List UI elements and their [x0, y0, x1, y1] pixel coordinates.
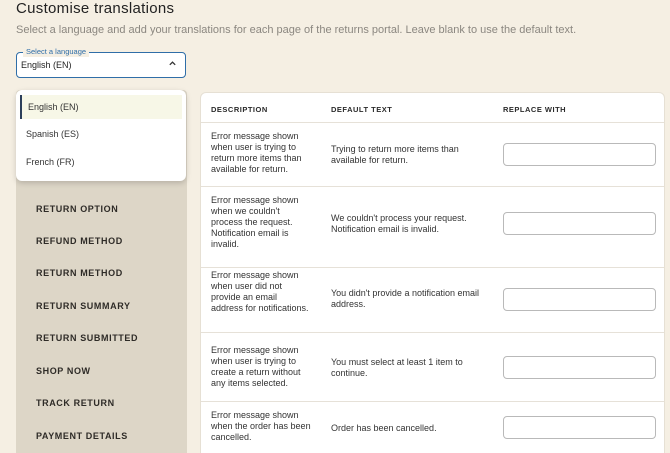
row-default-text: You didn't provide a notification email … — [331, 288, 479, 309]
table-row: Error message shown when the order has b… — [201, 402, 664, 453]
translations-table: DESCRIPTION DEFAULT TEXT REPLACE WITH Er… — [200, 92, 665, 453]
page-subtitle: Select a language and add your translati… — [16, 24, 577, 36]
language-option-spanish[interactable]: Spanish (ES) — [20, 122, 182, 146]
sidebar-item-return-method[interactable]: RETURN METHOD — [36, 268, 123, 278]
sidebar-item-track-return[interactable]: TRACK RETURN — [36, 398, 115, 408]
row-description: Error message shown when user is trying … — [211, 131, 302, 174]
language-option-french[interactable]: French (FR) — [20, 150, 182, 174]
row-default-text: You must select at least 1 item to conti… — [331, 357, 463, 378]
header-description: DESCRIPTION — [211, 105, 268, 114]
table-header: DESCRIPTION DEFAULT TEXT REPLACE WITH — [201, 93, 664, 123]
page-title: Customise translations — [16, 0, 175, 17]
row-description: Error message shown when we couldn't pro… — [211, 195, 299, 249]
sidebar-item-refund-method[interactable]: REFUND METHOD — [36, 236, 123, 246]
table-row: Error message shown when we couldn't pro… — [201, 187, 664, 268]
header-default-text: DEFAULT TEXT — [331, 105, 393, 114]
replace-with-input[interactable] — [503, 416, 656, 439]
replace-with-input[interactable] — [503, 288, 656, 311]
row-default-text: We couldn't process your request. Notifi… — [331, 213, 467, 234]
row-description: Error message shown when the order has b… — [211, 410, 311, 442]
language-dropdown: English (EN) Spanish (ES) French (FR) — [16, 90, 186, 181]
language-select-value: English (EN) — [21, 60, 72, 70]
replace-with-input[interactable] — [503, 143, 656, 166]
sidebar-item-return-submitted[interactable]: RETURN SUBMITTED — [36, 333, 138, 343]
row-description: Error message shown when user is trying … — [211, 345, 301, 388]
sidebar-item-shop-now[interactable]: SHOP NOW — [36, 366, 91, 376]
sidebar-item-return-option[interactable]: RETURN OPTION — [36, 204, 118, 214]
language-select[interactable]: Select a language English (EN) — [16, 47, 186, 78]
row-default-text: Trying to return more items than availab… — [331, 144, 459, 165]
table-row: Error message shown when user is trying … — [201, 123, 664, 187]
table-row: Error message shown when user is trying … — [201, 333, 664, 402]
chevron-up-icon[interactable] — [168, 59, 177, 70]
header-replace-with: REPLACE WITH — [503, 105, 567, 114]
row-default-text: Order has been cancelled. — [331, 423, 437, 433]
table-row: Error message shown when user did not pr… — [201, 268, 664, 333]
sidebar-item-return-summary[interactable]: RETURN SUMMARY — [36, 301, 131, 311]
language-option-english[interactable]: English (EN) — [20, 95, 182, 119]
replace-with-input[interactable] — [503, 356, 656, 379]
row-description: Error message shown when user did not pr… — [211, 270, 309, 313]
sidebar-item-payment-details[interactable]: PAYMENT DETAILS — [36, 431, 128, 441]
replace-with-input[interactable] — [503, 212, 656, 235]
language-select-label: Select a language — [23, 47, 90, 57]
